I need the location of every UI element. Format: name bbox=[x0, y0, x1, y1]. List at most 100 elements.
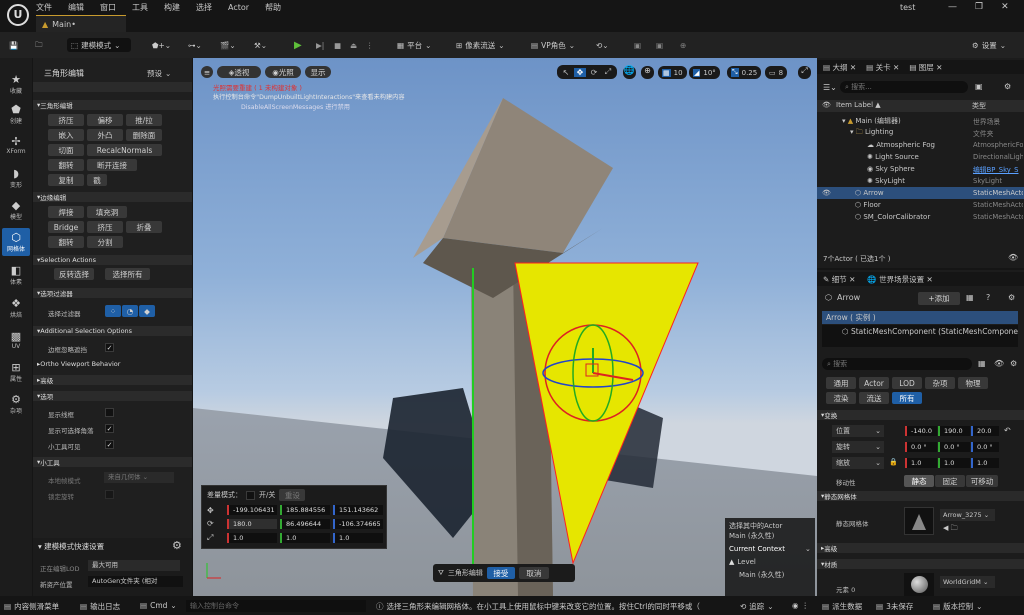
step-icon[interactable]: ▶| bbox=[316, 38, 324, 52]
help-icon[interactable]: ? bbox=[986, 293, 990, 302]
section-static-mesh[interactable]: ▾ 静态网格体 bbox=[817, 491, 1024, 501]
section-advanced-details[interactable]: ▸ 高级 bbox=[817, 543, 1024, 553]
recalc-normals-button[interactable]: RecalcNormals bbox=[87, 144, 162, 156]
cat-lod[interactable]: LOD bbox=[892, 377, 922, 389]
cat-misc[interactable]: 杂项 bbox=[925, 377, 955, 389]
view-options-icon[interactable]: 👁 bbox=[1008, 253, 1018, 262]
outliner-row-main[interactable]: ▾ ▲ Main (编辑器) 世界场景 bbox=[817, 115, 1024, 127]
flip-button[interactable]: 翻转 bbox=[48, 159, 84, 171]
scale-snap[interactable]: ⤡ 0.25 bbox=[727, 66, 762, 79]
edge-flip-button[interactable]: 翻转 bbox=[48, 236, 84, 248]
menu-file[interactable]: 文件 bbox=[36, 2, 52, 13]
play-icon[interactable]: ▶ bbox=[294, 38, 302, 52]
add-folder-icon[interactable]: ▣ bbox=[975, 82, 983, 91]
duplicate-button[interactable]: 复制 bbox=[48, 174, 84, 186]
palette-attributes[interactable]: ⊞ 属性 bbox=[2, 358, 30, 386]
section-additional-selection[interactable]: ▾ Additional Selection Options bbox=[33, 326, 192, 336]
dots-icon[interactable]: ⋮ bbox=[802, 601, 810, 610]
derived-data-button[interactable]: ▤ 派生数据 bbox=[822, 601, 862, 612]
eye-icon[interactable]: 👁 bbox=[994, 359, 1004, 368]
section-edge-edit[interactable]: ▾ 边缘编辑 bbox=[33, 192, 192, 202]
boundary-occlusion-checkbox[interactable]: ✓ bbox=[105, 343, 114, 352]
inset-button[interactable]: 嵌入 bbox=[48, 129, 84, 141]
loc-z[interactable]: 20.0 bbox=[971, 426, 999, 436]
cut-face-button[interactable]: 切面 bbox=[48, 144, 84, 156]
material-thumbnail[interactable] bbox=[904, 573, 934, 596]
tab-details[interactable]: ✎ 细节 ✕ bbox=[823, 274, 855, 285]
palette-create[interactable]: ⬟ 创建 bbox=[2, 100, 30, 128]
select-icon[interactable]: ↖ bbox=[560, 68, 572, 77]
grid-snap[interactable]: ▦ 10 bbox=[658, 66, 687, 79]
console-input[interactable]: 输入控制台命令 bbox=[186, 600, 366, 612]
scale-icon[interactable]: ⤢ bbox=[602, 67, 614, 77]
select-all-button[interactable]: 选择所有 bbox=[105, 268, 150, 280]
mobility-static[interactable]: 静态 bbox=[904, 475, 934, 487]
cinematics-button[interactable]: 🎬⌄ bbox=[220, 38, 236, 52]
maximize-viewport-icon[interactable]: ⤢ bbox=[798, 66, 811, 79]
reset-button[interactable]: 重设 bbox=[279, 489, 306, 501]
section-materials[interactable]: ▾ 材质 bbox=[817, 559, 1024, 569]
weld-button[interactable]: 焊接 bbox=[48, 206, 84, 218]
tab-outliner[interactable]: ▤ 大纲 ✕ bbox=[823, 62, 856, 73]
menu-help[interactable]: 帮助 bbox=[265, 2, 281, 13]
preset-button[interactable]: 预设 ⌄ bbox=[147, 68, 171, 79]
edge-filter-icon[interactable]: ◔ bbox=[122, 305, 138, 317]
reset-arrow-icon[interactable]: ↶ bbox=[1004, 426, 1011, 435]
outliner-row-color-calibrator[interactable]: ⬡ SM_ColorCalibrator StaticMeshActor bbox=[817, 211, 1024, 223]
menu-window[interactable]: 窗口 bbox=[100, 2, 116, 13]
cat-actor[interactable]: Actor bbox=[859, 377, 889, 389]
source-control-button[interactable]: ⟲⌄ bbox=[596, 38, 609, 52]
trace-button[interactable]: ⟲ 追踪 ⌄ bbox=[740, 601, 774, 612]
tab-main[interactable]: ▲ Main• bbox=[36, 15, 126, 32]
cat-general[interactable]: 通用 bbox=[826, 377, 856, 389]
outliner-row-skylight[interactable]: ✺ SkyLight SkyLight bbox=[817, 175, 1024, 187]
world-local-icon[interactable]: 🌐 bbox=[623, 66, 636, 79]
rotation-dropdown[interactable]: 旋转 ⌄ bbox=[832, 441, 884, 453]
outliner-row-lighting[interactable]: ▾ 🗀 Lighting 文件夹 bbox=[817, 127, 1024, 139]
level-viewport[interactable]: ≡ ◈ 透视 ◉ 光照 显示 光照需要重建 ( 1 未构建对象 ) 执行控制台命… bbox=[193, 58, 817, 596]
scale-dropdown[interactable]: 缩放 ⌄ bbox=[832, 457, 884, 469]
output-log-button[interactable]: ▤ 输出日志 bbox=[80, 601, 120, 612]
show-button[interactable]: 显示 bbox=[305, 66, 331, 78]
cat-physics[interactable]: 物理 bbox=[958, 377, 988, 389]
delta-scl-y[interactable]: 1.0 bbox=[280, 533, 330, 543]
eye-icon[interactable]: 👁 bbox=[822, 189, 831, 197]
bridge-button[interactable]: Bridge bbox=[48, 221, 84, 233]
platform-button[interactable]: ▦ 平台 ⌄ bbox=[397, 38, 431, 52]
toolbar-icon-b[interactable]: ▣ bbox=[656, 38, 663, 52]
mesh-thumbnail[interactable] bbox=[904, 507, 934, 535]
accept-button[interactable]: 接受 bbox=[486, 567, 515, 579]
mode-selector[interactable]: ⬚ 建模模式 ⌄ bbox=[67, 38, 131, 52]
lock-icon[interactable]: 🔒 bbox=[889, 458, 898, 466]
disconnect-button[interactable]: 断开连接 bbox=[87, 159, 137, 171]
material-dropdown[interactable]: WorldGridM ⌄ bbox=[940, 576, 995, 588]
menu-select[interactable]: 选择 bbox=[196, 2, 212, 13]
details-settings-icon[interactable]: ⚙ bbox=[1008, 293, 1015, 302]
face-filter-icon[interactable]: ◆ bbox=[139, 305, 155, 317]
blueprint-icon[interactable]: ▦ bbox=[966, 293, 974, 302]
scl-z[interactable]: 1.0 bbox=[971, 458, 999, 468]
menu-edit[interactable]: 编辑 bbox=[68, 2, 84, 13]
rot-x[interactable]: 0.0 ° bbox=[905, 442, 937, 452]
settings-button[interactable]: ⚙ 设置 ⌄ bbox=[972, 38, 1006, 52]
unreal-logo-icon[interactable]: U bbox=[7, 4, 29, 26]
rot-y[interactable]: 0.0 ° bbox=[938, 442, 970, 452]
loc-y[interactable]: 190.0 bbox=[938, 426, 970, 436]
edge-extrude-button[interactable]: 挤压 bbox=[87, 221, 123, 233]
cat-render[interactable]: 渲染 bbox=[826, 392, 856, 404]
tab-layers[interactable]: ▤ 图层 ✕ bbox=[909, 62, 942, 73]
delta-scl-z[interactable]: 1.0 bbox=[333, 533, 383, 543]
outset-button[interactable]: 外凸 bbox=[87, 129, 123, 141]
rotate-icon[interactable]: ⟳ bbox=[588, 68, 600, 77]
maximize-icon[interactable]: ❐ bbox=[975, 2, 983, 12]
perspective-button[interactable]: ◈ 透视 bbox=[217, 66, 261, 78]
lod-dropdown[interactable]: 最大可用 bbox=[88, 560, 180, 571]
section-gizmo[interactable]: ▾ 小工具 bbox=[33, 457, 192, 467]
show-selectable-corners-checkbox[interactable]: ✓ bbox=[105, 424, 114, 433]
menu-actor[interactable]: Actor bbox=[228, 3, 249, 12]
component-instance-row[interactable]: Arrow ( 实例 ) bbox=[822, 311, 1018, 324]
poke-button[interactable]: 戳 bbox=[87, 174, 107, 186]
pixel-streaming-button[interactable]: ⊞ 像素流送 ⌄ bbox=[456, 38, 505, 52]
delta-loc-x[interactable]: -199.106431 bbox=[227, 505, 277, 515]
palette-favorites[interactable]: ★ 收藏 bbox=[2, 70, 30, 98]
